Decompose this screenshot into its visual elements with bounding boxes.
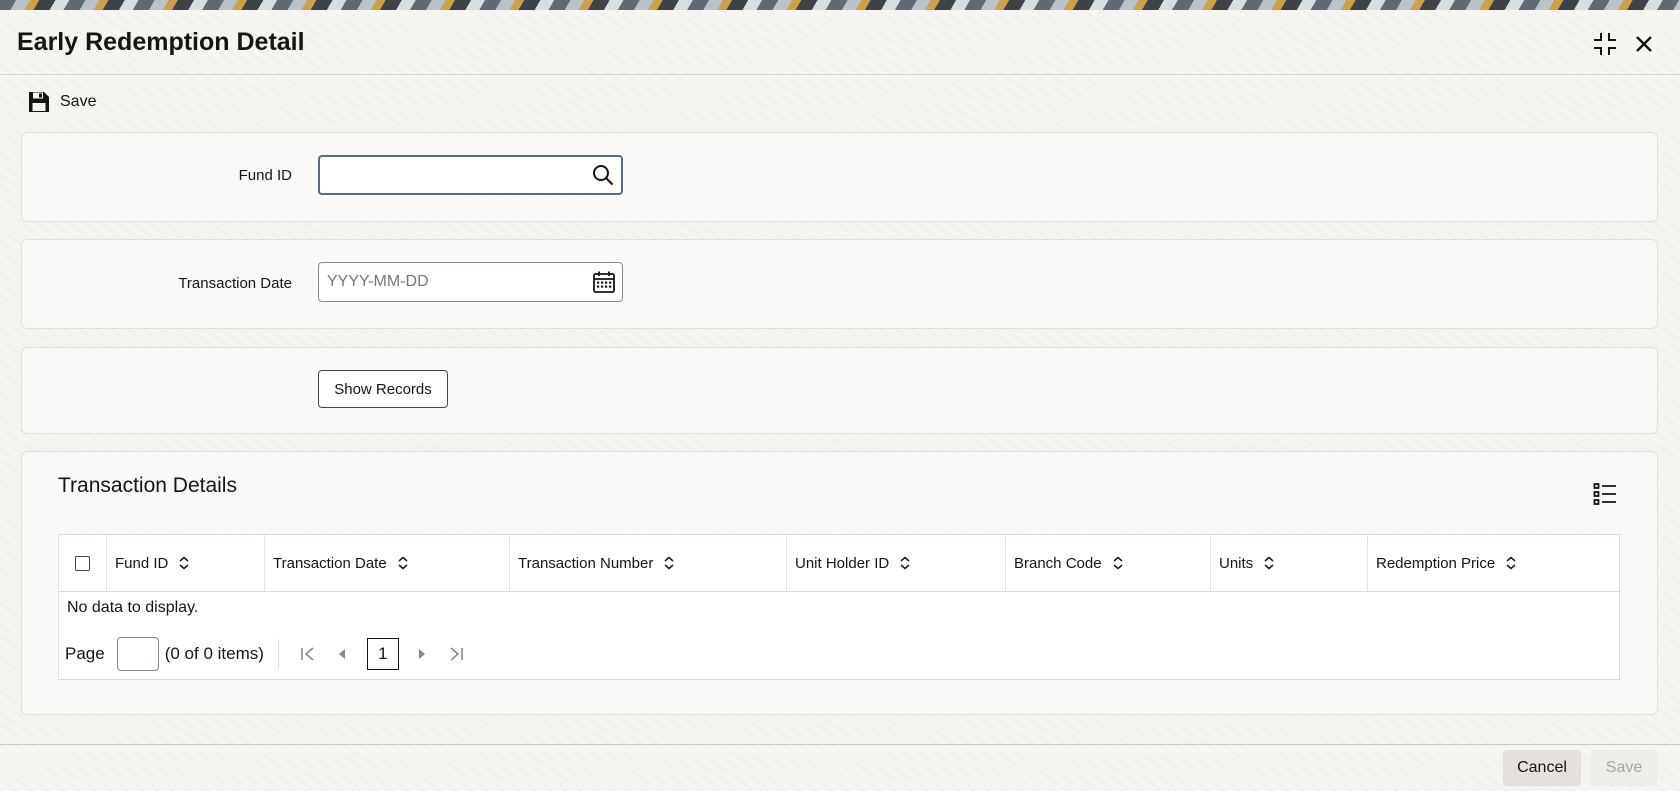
column-header-label: Transaction Date — [273, 554, 387, 572]
transaction-date-input[interactable] — [319, 263, 586, 301]
show-records-button[interactable]: Show Records — [318, 370, 448, 408]
column-header-unit-holder-id[interactable]: Unit Holder ID — [787, 535, 1006, 591]
column-header-transaction-date[interactable]: Transaction Date — [265, 535, 510, 591]
select-all-cell — [59, 535, 107, 591]
last-page-button[interactable] — [441, 639, 471, 669]
previous-page-button[interactable] — [327, 639, 357, 669]
transaction-details-title: Transaction Details — [58, 474, 237, 497]
transaction-date-section: Transaction Date — [21, 239, 1658, 329]
sort-icon[interactable] — [397, 556, 409, 570]
table-header: Fund ID Transaction Date Transaction Num… — [59, 535, 1619, 592]
fund-id-field — [318, 155, 623, 195]
items-count: (0 of 0 items) — [164, 644, 264, 663]
floppy-disk-icon — [29, 92, 49, 112]
header-banner — [0, 0, 1680, 10]
sort-icon[interactable] — [899, 556, 911, 570]
footer-save-button[interactable]: Save — [1591, 750, 1657, 786]
fund-id-section: Fund ID — [21, 132, 1658, 222]
transaction-details-section: Transaction Details Fund ID Transaction … — [21, 451, 1658, 715]
next-page-icon — [418, 649, 425, 659]
column-manager-button[interactable] — [1590, 480, 1620, 508]
sort-icon[interactable] — [1505, 556, 1517, 570]
column-header-label: Unit Holder ID — [795, 554, 890, 572]
search-icon — [593, 165, 614, 186]
fund-id-input[interactable] — [320, 157, 585, 193]
transactions-table: Fund ID Transaction Date Transaction Num… — [58, 534, 1620, 680]
column-header-units[interactable]: Units — [1211, 535, 1368, 591]
column-header-branch-code[interactable]: Branch Code — [1006, 535, 1211, 591]
column-header-fund-id[interactable]: Fund ID — [107, 535, 265, 591]
select-all-checkbox[interactable] — [75, 555, 90, 571]
column-header-label: Redemption Price — [1376, 554, 1496, 572]
sort-icon[interactable] — [663, 556, 675, 570]
cancel-button[interactable]: Cancel — [1503, 750, 1581, 786]
first-page-icon — [301, 647, 314, 661]
column-list-icon — [1593, 483, 1616, 505]
previous-page-icon — [338, 649, 345, 659]
page-title: Early Redemption Detail — [17, 28, 305, 56]
pagination: Page (0 of 0 items) 1 — [65, 637, 475, 671]
close-icon — [1636, 36, 1652, 52]
column-header-label: Transaction Number — [518, 554, 654, 572]
sort-icon[interactable] — [1263, 556, 1275, 570]
transaction-date-field — [318, 262, 623, 302]
next-page-button[interactable] — [407, 639, 437, 669]
column-header-label: Fund ID — [115, 554, 169, 572]
first-page-button[interactable] — [293, 639, 323, 669]
collapse-icon — [1594, 33, 1616, 55]
actions-section: Show Records — [21, 347, 1658, 434]
page-number-input[interactable] — [116, 637, 159, 671]
column-header-redemption-price[interactable]: Redemption Price — [1368, 535, 1619, 591]
pager-divider — [277, 639, 279, 669]
column-header-label: Branch Code — [1014, 554, 1102, 572]
sort-icon[interactable] — [1112, 556, 1124, 570]
page-label: Page — [65, 644, 105, 663]
toolbar-save-label: Save — [60, 93, 97, 110]
column-header-label: Units — [1219, 554, 1254, 572]
search-button[interactable] — [585, 164, 621, 186]
last-page-icon — [450, 647, 463, 661]
sort-icon[interactable] — [178, 556, 190, 570]
fund-id-label: Fund ID — [238, 167, 292, 184]
calendar-icon — [593, 271, 615, 293]
footer-divider — [0, 744, 1680, 745]
transaction-date-label: Transaction Date — [178, 275, 292, 292]
empty-state-message: No data to display. — [67, 599, 199, 616]
page-number-button[interactable]: 1 — [366, 638, 399, 670]
column-header-transaction-number[interactable]: Transaction Number — [510, 535, 787, 591]
toolbar-save-button[interactable]: Save — [28, 88, 96, 116]
calendar-button[interactable] — [586, 270, 622, 294]
close-button[interactable] — [1628, 28, 1660, 60]
restore-button[interactable] — [1589, 28, 1621, 60]
title-bar: Early Redemption Detail — [0, 10, 1680, 75]
